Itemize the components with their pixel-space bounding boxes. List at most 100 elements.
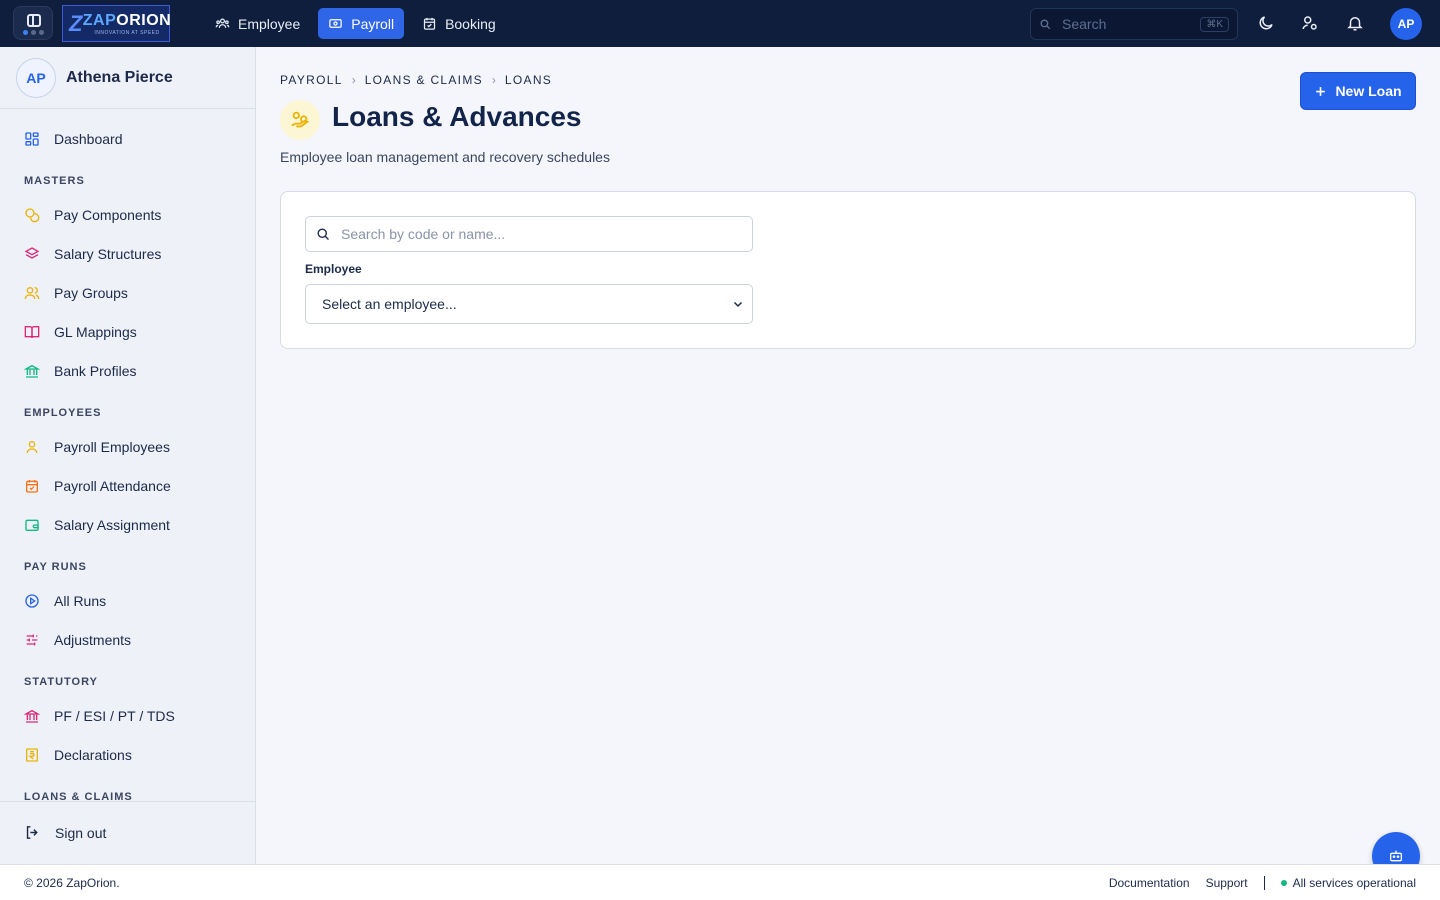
hand-coins-icon xyxy=(280,100,320,140)
moon-icon[interactable] xyxy=(1257,14,1275,32)
section-masters: MASTERS xyxy=(24,175,85,187)
sidebar-item-salary-assignment[interactable]: Salary Assignment xyxy=(24,517,170,533)
sidebar-item-label: PF / ESI / PT / TDS xyxy=(54,708,175,724)
sidebar-item-label: Bank Profiles xyxy=(54,363,137,379)
user-settings-icon[interactable] xyxy=(1301,14,1319,32)
bot-icon xyxy=(1390,850,1402,862)
breadcrumb-payroll[interactable]: PAYROLL xyxy=(280,73,343,87)
user-icon xyxy=(26,441,38,454)
support-link[interactable]: Support xyxy=(1206,876,1248,890)
zaporion-logo[interactable]: Z ZAPORION INNOVATION AT SPEED xyxy=(62,5,172,42)
sidebar-item-declarations[interactable]: Declarations xyxy=(24,747,132,763)
sidebar-item-all-runs[interactable]: All Runs xyxy=(24,593,106,609)
status-text: All services operational xyxy=(1292,876,1416,890)
bank-icon xyxy=(24,709,40,723)
status-dot-icon xyxy=(1280,880,1287,886)
toggle-dots xyxy=(23,30,44,35)
sidebar-item-label: Adjustments xyxy=(54,632,132,648)
users-icon xyxy=(24,287,40,300)
sidebar-item-bank-profiles[interactable]: Bank Profiles xyxy=(24,363,136,379)
employee-field-label: Employee xyxy=(305,262,362,276)
sign-out-button[interactable]: Sign out xyxy=(24,824,106,841)
layers-icon xyxy=(24,247,40,259)
top-nav: Employee Payroll Booking xyxy=(205,8,506,39)
sidebar-item-dashboard[interactable]: Dashboard xyxy=(24,131,123,147)
search-placeholder: Search xyxy=(1062,16,1107,32)
sidebar-item-payroll-attendance[interactable]: Payroll Attendance xyxy=(24,478,171,494)
sidebar-toggle-button[interactable] xyxy=(13,6,53,40)
logo-mark-icon: Z xyxy=(69,11,83,36)
sidebar-item-label: Pay Groups xyxy=(54,285,128,301)
plus-icon xyxy=(1316,86,1326,96)
sidebar-item-label: All Runs xyxy=(54,593,107,609)
topnav-employee[interactable]: Employee xyxy=(205,8,310,39)
documentation-link[interactable]: Documentation xyxy=(1109,876,1190,890)
avatar: AP xyxy=(16,57,56,98)
chevron-down-icon xyxy=(733,301,743,308)
calendar-check-icon xyxy=(26,480,38,493)
sliders-icon xyxy=(26,634,38,646)
sidebar-item-label: GL Mappings xyxy=(54,324,137,340)
topnav-employee-label: Employee xyxy=(238,15,301,32)
topnav-payroll-label: Payroll xyxy=(351,15,395,32)
sign-out-label: Sign out xyxy=(55,824,107,841)
sidebar-item-label: Salary Structures xyxy=(54,246,162,262)
topnav-booking-label: Booking xyxy=(445,15,496,32)
book-open-icon xyxy=(24,326,40,339)
employee-select-value: Select an employee... xyxy=(322,296,457,312)
page-subtitle: Employee loan management and recovery sc… xyxy=(280,149,610,165)
status-indicator[interactable]: All services operational xyxy=(1280,876,1416,890)
sidebar-item-salary-structures[interactable]: Salary Structures xyxy=(24,246,161,262)
topnav-payroll[interactable]: Payroll xyxy=(318,8,405,39)
user-avatar-button[interactable]: AP xyxy=(1390,8,1422,40)
logo-wordmark: ZAPORION xyxy=(82,11,172,29)
global-search-input[interactable]: Search ⌘K xyxy=(1030,8,1238,40)
sidebar-item-adjustments[interactable]: Adjustments xyxy=(24,632,131,648)
rupee-receipt-icon xyxy=(26,748,38,762)
play-circle-icon xyxy=(25,594,39,608)
new-loan-button[interactable]: New Loan xyxy=(1300,72,1416,110)
sidebar-item-label: Salary Assignment xyxy=(54,517,170,533)
sidebar-item-label: Pay Components xyxy=(54,207,162,223)
footer: © 2026 ZapOrion. Documentation Support A… xyxy=(0,864,1440,900)
sidebar-item-label: Payroll Attendance xyxy=(54,478,171,494)
panel-left-icon xyxy=(27,14,41,27)
sidebar-item-payroll-employees[interactable]: Payroll Employees xyxy=(24,439,170,455)
search-icon xyxy=(1040,18,1051,29)
sidebar-user[interactable]: AP Athena Pierce xyxy=(0,47,255,109)
user-name: Athena Pierce xyxy=(66,68,173,86)
section-statutory: STATUTORY xyxy=(24,676,98,688)
section-employees: EMPLOYEES xyxy=(24,407,102,419)
sidebar-item-label: Dashboard xyxy=(54,131,123,147)
divider xyxy=(1263,876,1265,890)
employee-select[interactable]: Select an employee... xyxy=(305,284,753,324)
sidebar-item-gl-mappings[interactable]: GL Mappings xyxy=(24,324,137,340)
loan-search-input[interactable]: Search by code or name... xyxy=(305,216,753,252)
sidebar-item-pay-groups[interactable]: Pay Groups xyxy=(24,285,128,301)
search-shortcut: ⌘K xyxy=(1200,16,1229,32)
log-out-icon xyxy=(26,826,38,839)
sidebar-item-label: Declarations xyxy=(54,747,132,763)
chevron-right-icon: › xyxy=(351,73,356,87)
copyright: © 2026 ZapOrion. xyxy=(24,876,120,890)
new-loan-label: New Loan xyxy=(1335,83,1402,99)
search-icon xyxy=(317,228,329,240)
users-icon xyxy=(215,18,230,28)
topnav-booking[interactable]: Booking xyxy=(412,8,506,39)
sidebar-item-pay-components[interactable]: Pay Components xyxy=(24,207,161,223)
page-title: Loans & Advances xyxy=(332,101,582,132)
sidebar-item-statutory-codes[interactable]: PF / ESI / PT / TDS xyxy=(24,708,175,724)
wallet-icon xyxy=(25,519,39,531)
filter-card: Search by code or name... Employee Selec… xyxy=(280,191,1416,349)
section-pay-runs: PAY RUNS xyxy=(24,561,87,573)
chevron-right-icon: › xyxy=(491,73,496,87)
breadcrumb: PAYROLL › LOANS & CLAIMS › LOANS xyxy=(280,73,552,87)
search-placeholder: Search by code or name... xyxy=(341,226,506,242)
banknote-icon xyxy=(329,19,343,28)
bank-icon xyxy=(24,364,40,378)
breadcrumb-loans-claims[interactable]: LOANS & CLAIMS xyxy=(365,73,483,87)
coins-icon xyxy=(25,208,40,223)
bell-icon[interactable] xyxy=(1346,14,1364,32)
breadcrumb-loans: LOANS xyxy=(504,73,553,87)
dashboard-grid-icon xyxy=(25,132,39,146)
